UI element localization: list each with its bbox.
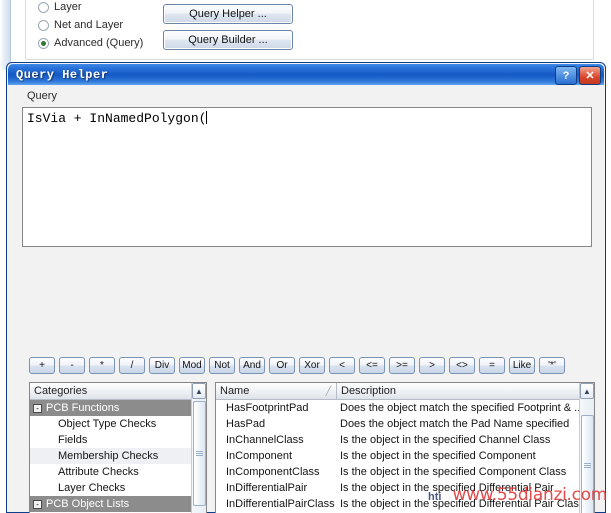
- operator-button-divide[interactable]: /: [119, 357, 145, 374]
- radio-advanced-query-label: Advanced (Query): [54, 37, 144, 49]
- categories-header-cell[interactable]: Categories ╱: [30, 383, 206, 399]
- operator-button-not-equal[interactable]: <>: [449, 357, 475, 374]
- category-label: PCB Functions: [46, 402, 120, 414]
- dialog-title-bar[interactable]: Query Helper ? ✕: [8, 64, 604, 85]
- radio-net-and-layer-label: Net and Layer: [54, 19, 124, 31]
- categories-list-panel[interactable]: Categories ╱ - PCB Functions Object Type…: [29, 382, 207, 513]
- scroll-up-icon[interactable]: ▲: [580, 383, 594, 399]
- name-cell: InComponent: [226, 450, 293, 462]
- category-item-object-type-checks[interactable]: Object Type Checks: [30, 416, 206, 432]
- operator-button-like[interactable]: Like: [509, 357, 535, 374]
- scrollbar-grip: [196, 451, 203, 456]
- background-left-strip: [0, 0, 11, 70]
- query-builder-button[interactable]: Query Builder ...: [163, 30, 293, 50]
- operator-button-row: + - * / Div Mod Not And Or Xor < <= >= >…: [29, 357, 565, 374]
- category-label: PCB Object Lists: [46, 498, 130, 510]
- operator-button-not[interactable]: Not: [209, 357, 235, 374]
- query-label: Query: [27, 90, 57, 102]
- table-row[interactable]: InComponentClass Is the object in the sp…: [216, 464, 594, 480]
- scroll-up-icon[interactable]: ▲: [192, 383, 206, 399]
- category-label: Layer Checks: [58, 482, 126, 494]
- radio-option-layer[interactable]: Layer: [38, 1, 82, 13]
- name-cell: InDifferentialPair: [226, 482, 308, 494]
- query-text-content: IsVia + InNamedPolygon(: [27, 111, 591, 126]
- background-window: Layer Net and Layer Advanced (Query) Que…: [0, 0, 611, 70]
- name-cell: HasFootprintPad: [226, 402, 309, 414]
- title-bar-buttons: ? ✕: [555, 66, 601, 85]
- operator-button-mod[interactable]: Mod: [179, 357, 205, 374]
- operator-button-div[interactable]: Div: [149, 357, 175, 374]
- screen: Layer Net and Layer Advanced (Query) Que…: [0, 0, 611, 513]
- category-label: Object Type Checks: [58, 418, 157, 430]
- category-item-fields[interactable]: Fields: [30, 432, 206, 448]
- operator-button-greater-equal[interactable]: >=: [389, 357, 415, 374]
- names-header-name-cell[interactable]: Name ╱: [216, 383, 336, 399]
- category-group-pcb-functions[interactable]: - PCB Functions: [30, 400, 206, 416]
- radio-net-and-layer-indicator[interactable]: [38, 19, 49, 31]
- table-row[interactable]: InComponent Is the object in the specifi…: [216, 448, 594, 464]
- text-caret: [206, 111, 208, 124]
- collapse-icon[interactable]: -: [33, 499, 42, 509]
- scrollbar-grip: [584, 462, 591, 468]
- names-header-row: Name ╱ Description: [216, 383, 594, 400]
- description-cell: Is the object in the specified Channel C…: [340, 434, 551, 446]
- table-row[interactable]: HasPad Does the object match the Pad Nam…: [216, 416, 594, 432]
- operator-button-plus[interactable]: +: [29, 357, 55, 374]
- query-helper-dialog: Query Helper ? ✕ Query IsVia + InNamedPo…: [6, 62, 606, 513]
- dialog-title: Query Helper: [16, 67, 109, 82]
- query-text-value: IsVia + InNamedPolygon(: [27, 111, 207, 126]
- category-label: Membership Checks: [58, 450, 159, 462]
- sort-ascending-icon: ╱: [325, 386, 331, 396]
- name-cell: InDifferentialPairClass: [226, 498, 335, 510]
- names-header-name-label: Name: [220, 385, 250, 397]
- operator-button-multiply[interactable]: *: [89, 357, 115, 374]
- overlay-ghost-text: hti: [428, 491, 442, 503]
- operator-button-xor[interactable]: Xor: [299, 357, 325, 374]
- table-row[interactable]: InChannelClass Is the object in the spec…: [216, 432, 594, 448]
- radio-option-net-and-layer[interactable]: Net and Layer: [38, 19, 123, 31]
- site-watermark: www.55dianzi.com: [452, 485, 608, 505]
- description-cell: Is the object in the specified Component…: [340, 466, 567, 478]
- radio-layer-label: Layer: [54, 1, 82, 13]
- operator-button-less-equal[interactable]: <=: [359, 357, 385, 374]
- name-cell: InChannelClass: [226, 434, 304, 446]
- table-row[interactable]: HasFootprintPad Does the object match th…: [216, 400, 594, 416]
- description-cell: Does the object match the specified Foot…: [340, 402, 584, 414]
- categories-scrollbar[interactable]: ▲: [191, 383, 206, 513]
- radio-layer-indicator[interactable]: [38, 1, 49, 13]
- operator-button-minus[interactable]: -: [59, 357, 85, 374]
- category-item-layer-checks[interactable]: Layer Checks: [30, 480, 206, 496]
- query-helper-button[interactable]: Query Helper ...: [163, 4, 293, 24]
- categories-header-row: Categories ╱: [30, 383, 206, 400]
- radio-option-advanced-query[interactable]: Advanced (Query): [38, 37, 143, 49]
- category-label: Fields: [58, 434, 88, 446]
- collapse-icon[interactable]: -: [33, 403, 42, 413]
- names-header-description-label: Description: [341, 385, 397, 397]
- help-icon[interactable]: ?: [555, 66, 577, 85]
- query-input[interactable]: IsVia + InNamedPolygon(: [22, 107, 592, 247]
- names-header-description-cell[interactable]: Description: [336, 383, 594, 399]
- category-item-membership-checks[interactable]: Membership Checks: [30, 448, 206, 464]
- operator-button-wildcard[interactable]: '*': [539, 357, 565, 374]
- category-item-attribute-checks[interactable]: Attribute Checks: [30, 464, 206, 480]
- operator-button-equal[interactable]: =: [479, 357, 505, 374]
- operator-button-and[interactable]: And: [239, 357, 265, 374]
- description-cell: Does the object match the Pad Name speci…: [340, 418, 570, 430]
- category-group-pcb-object-lists[interactable]: - PCB Object Lists: [30, 496, 206, 512]
- category-label: Attribute Checks: [58, 466, 139, 478]
- operator-button-or[interactable]: Or: [269, 357, 295, 374]
- name-cell: HasPad: [226, 418, 266, 430]
- dialog-body: Query IsVia + InNamedPolygon( + - * / Di…: [7, 85, 605, 513]
- operator-button-less-than[interactable]: <: [329, 357, 355, 374]
- description-cell: Is the object in the specified Component: [340, 450, 536, 462]
- operator-button-greater-than[interactable]: >: [419, 357, 445, 374]
- close-icon[interactable]: ✕: [579, 66, 601, 85]
- categories-header-label: Categories: [34, 385, 88, 397]
- name-cell: InComponentClass: [226, 466, 320, 478]
- scrollbar-thumb[interactable]: [193, 401, 206, 506]
- radio-advanced-query-indicator[interactable]: [38, 37, 49, 49]
